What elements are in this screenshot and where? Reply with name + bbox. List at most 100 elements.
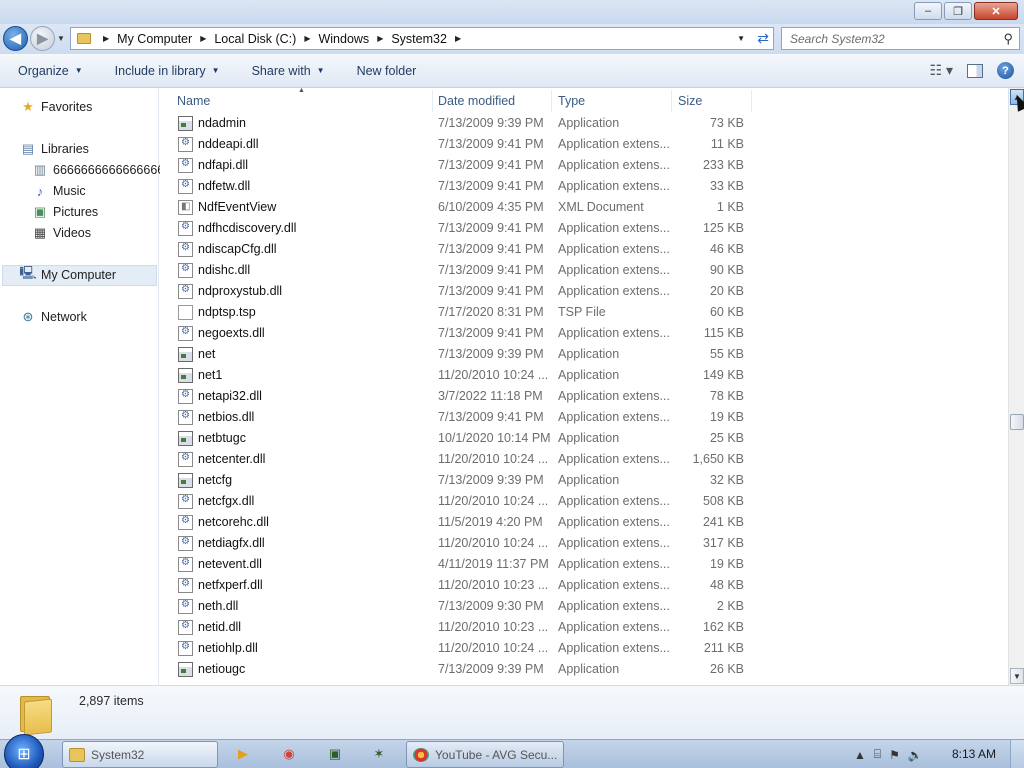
file-row[interactable]: ndfetw.dll 7/13/2009 9:41 PM Application e… — [160, 176, 1008, 197]
refresh-icon[interactable]: ⇄ — [757, 30, 769, 47]
file-row[interactable]: netiohlp.dll 11/20/2010 10:24 ... Applicat… — [160, 638, 1008, 659]
address-history-dropdown[interactable]: ▼ — [737, 34, 745, 43]
column-divider[interactable] — [751, 90, 752, 112]
column-header-date-modified[interactable]: Date modified — [421, 88, 551, 113]
close-button[interactable]: ✕ — [974, 2, 1018, 20]
file-row[interactable]: net 7/13/2009 9:39 PM Application 55 KB — [160, 344, 1008, 365]
nav-item-videos[interactable]: ▦ Videos — [32, 225, 91, 241]
breadcrumb-separator-icon[interactable]: ▶ — [200, 34, 206, 43]
file-row[interactable]: ndproxystub.dll 7/13/2009 9:41 PM Applicat… — [160, 281, 1008, 302]
file-date-modified: 7/13/2009 9:39 PM — [438, 116, 544, 130]
file-row[interactable]: netevent.dll 4/11/2019 11:37 PM Applicatio… — [160, 554, 1008, 575]
breadcrumb-separator-icon[interactable]: ▶ — [377, 34, 383, 43]
search-input[interactable]: Search System32 ⚲ — [781, 27, 1020, 50]
file-row[interactable]: netcfgx.dll 11/20/2010 10:24 ... Applicati… — [160, 491, 1008, 512]
command-prompt-icon[interactable]: ▣ — [326, 745, 344, 763]
column-header-type[interactable]: Type — [541, 88, 671, 113]
nav-item-libraries[interactable]: ▤ Libraries — [20, 141, 89, 157]
network-tray-icon[interactable]: ⌸ — [874, 747, 881, 762]
breadcrumb-separator-icon[interactable]: ▶ — [103, 34, 109, 43]
preview-pane-icon[interactable] — [967, 63, 983, 78]
vertical-scrollbar[interactable]: ▲ ▼ — [1008, 88, 1024, 685]
media-player-icon[interactable]: ▶ — [234, 745, 252, 763]
breadcrumb-windows[interactable]: Windows — [318, 32, 369, 46]
breadcrumb-local-disk[interactable]: Local Disk (C:) — [214, 32, 296, 46]
forward-button[interactable]: ▶ — [30, 26, 55, 51]
organize-button[interactable]: Organize ▼ — [0, 64, 97, 78]
scroll-thumb[interactable] — [1010, 414, 1024, 430]
nav-item-favorites[interactable]: ★ Favorites — [20, 99, 92, 115]
file-row[interactable]: netiougc 7/13/2009 9:39 PM Application 26 K… — [160, 659, 1008, 680]
file-row[interactable]: ndadmin 7/13/2009 9:39 PM Application 73 KB — [160, 113, 1008, 134]
file-row[interactable]: netbios.dll 7/13/2009 9:41 PM Application … — [160, 407, 1008, 428]
show-hidden-icons-icon[interactable]: ▲ — [854, 748, 866, 762]
file-row[interactable]: netcfg 7/13/2009 9:39 PM Application 32 KB — [160, 470, 1008, 491]
file-date-modified: 4/11/2019 11:37 PM — [438, 557, 549, 571]
chrome-icon[interactable]: ◉ — [280, 745, 298, 763]
file-row[interactable]: ndishc.dll 7/13/2009 9:41 PM Application e… — [160, 260, 1008, 281]
column-header-name[interactable]: Name ▲ — [160, 88, 432, 113]
file-row[interactable]: netid.dll 11/20/2010 10:23 ... Application… — [160, 617, 1008, 638]
dll-icon — [178, 599, 193, 614]
file-row[interactable]: ndptsp.tsp 7/17/2020 8:31 PM TSP File 60 KB — [160, 302, 1008, 323]
file-row[interactable]: netbtugc 10/1/2020 10:14 PM Application 25 … — [160, 428, 1008, 449]
new-folder-button[interactable]: New folder — [339, 64, 431, 78]
file-row[interactable]: netcorehc.dll 11/5/2019 4:20 PM Applicatio… — [160, 512, 1008, 533]
volume-icon[interactable]: 🔈 — [908, 748, 923, 762]
application-icon — [178, 116, 193, 131]
file-row[interactable]: net1 11/20/2010 10:24 ... Application 149 K… — [160, 365, 1008, 386]
nav-item-music[interactable]: ♪ Music — [32, 183, 86, 199]
file-row[interactable]: ndiscapCfg.dll 7/13/2009 9:41 PM Applicati… — [160, 239, 1008, 260]
dll-icon — [178, 557, 193, 572]
address-bar[interactable]: ▶ My Computer ▶ Local Disk (C:) ▶ Window… — [70, 27, 774, 50]
file-row[interactable]: NdfEventView 6/10/2009 4:35 PM XML Documen… — [160, 197, 1008, 218]
column-label: Name — [177, 93, 211, 108]
file-row[interactable]: netcenter.dll 11/20/2010 10:24 ... Applica… — [160, 449, 1008, 470]
show-desktop-button[interactable] — [1010, 740, 1024, 768]
minimize-button[interactable]: ‒ — [914, 2, 942, 20]
help-icon[interactable]: ? — [997, 62, 1014, 79]
start-button[interactable]: ⊞ — [4, 734, 44, 768]
back-button[interactable]: ◀ — [3, 26, 28, 51]
nav-item-my-computer[interactable]: 🖳 My Computer — [19, 265, 116, 283]
file-size: 33 KB — [709, 179, 744, 193]
nav-item-network[interactable]: ⊛ Network — [20, 309, 87, 325]
file-row[interactable]: ndfhcdiscovery.dll 7/13/2009 9:41 PM Appli… — [160, 218, 1008, 239]
breadcrumb-separator-icon[interactable]: ▶ — [304, 34, 310, 43]
clock[interactable]: 8:13 AM — [952, 747, 996, 761]
recent-pages-dropdown[interactable]: ▼ — [57, 34, 65, 43]
search-icon[interactable]: ⚲ — [1003, 31, 1013, 47]
file-row[interactable]: netapi32.dll 3/7/2022 11:18 PM Application… — [160, 386, 1008, 407]
file-date-modified: 7/13/2009 9:30 PM — [438, 599, 544, 613]
file-row[interactable]: neth.dll 7/13/2009 9:30 PM Application ext… — [160, 596, 1008, 617]
change-view-icon[interactable]: ☷ ▾ — [930, 62, 953, 79]
file-row[interactable]: netfxperf.dll 11/20/2010 10:23 ... Applica… — [160, 575, 1008, 596]
file-name: netapi32.dll — [198, 389, 262, 403]
column-header-size[interactable]: Size — [661, 88, 751, 113]
maximize-button[interactable]: ❐ — [944, 2, 972, 20]
file-name: ndfhcdiscovery.dll — [198, 221, 297, 235]
file-size: 90 KB — [709, 263, 744, 277]
taskbar-item-browser[interactable]: YouTube - AVG Secu... — [406, 741, 564, 768]
file-row[interactable]: netdiagfx.dll 11/20/2010 10:24 ... Applica… — [160, 533, 1008, 554]
app-icon[interactable]: ✶ — [370, 745, 388, 763]
search-placeholder: Search System32 — [790, 31, 885, 46]
file-type: Application extens... — [558, 158, 670, 172]
breadcrumb-separator-icon[interactable]: ▶ — [455, 34, 461, 43]
file-row[interactable]: nddeapi.dll 7/13/2009 9:41 PM Application … — [160, 134, 1008, 155]
file-row[interactable]: negoexts.dll 7/13/2009 9:41 PM Application… — [160, 323, 1008, 344]
file-type: Application extens... — [558, 284, 670, 298]
include-in-library-button[interactable]: Include in library ▼ — [97, 64, 234, 78]
file-size: 32 KB — [709, 473, 744, 487]
breadcrumb-system32[interactable]: System32 — [391, 32, 447, 46]
action-center-icon[interactable]: ⚑ — [889, 748, 900, 762]
taskbar-item-explorer[interactable]: System32 — [62, 741, 218, 768]
dll-icon — [178, 620, 193, 635]
scroll-down-button[interactable]: ▼ — [1010, 668, 1024, 684]
file-row[interactable]: ndfapi.dll 7/13/2009 9:41 PM Application e… — [160, 155, 1008, 176]
nav-item-pictures[interactable]: ▣ Pictures — [32, 204, 98, 220]
breadcrumb-my-computer[interactable]: My Computer — [117, 32, 192, 46]
file-date-modified: 7/13/2009 9:41 PM — [438, 179, 544, 193]
share-with-button[interactable]: Share with ▼ — [234, 64, 339, 78]
file-size: 55 KB — [709, 347, 744, 361]
